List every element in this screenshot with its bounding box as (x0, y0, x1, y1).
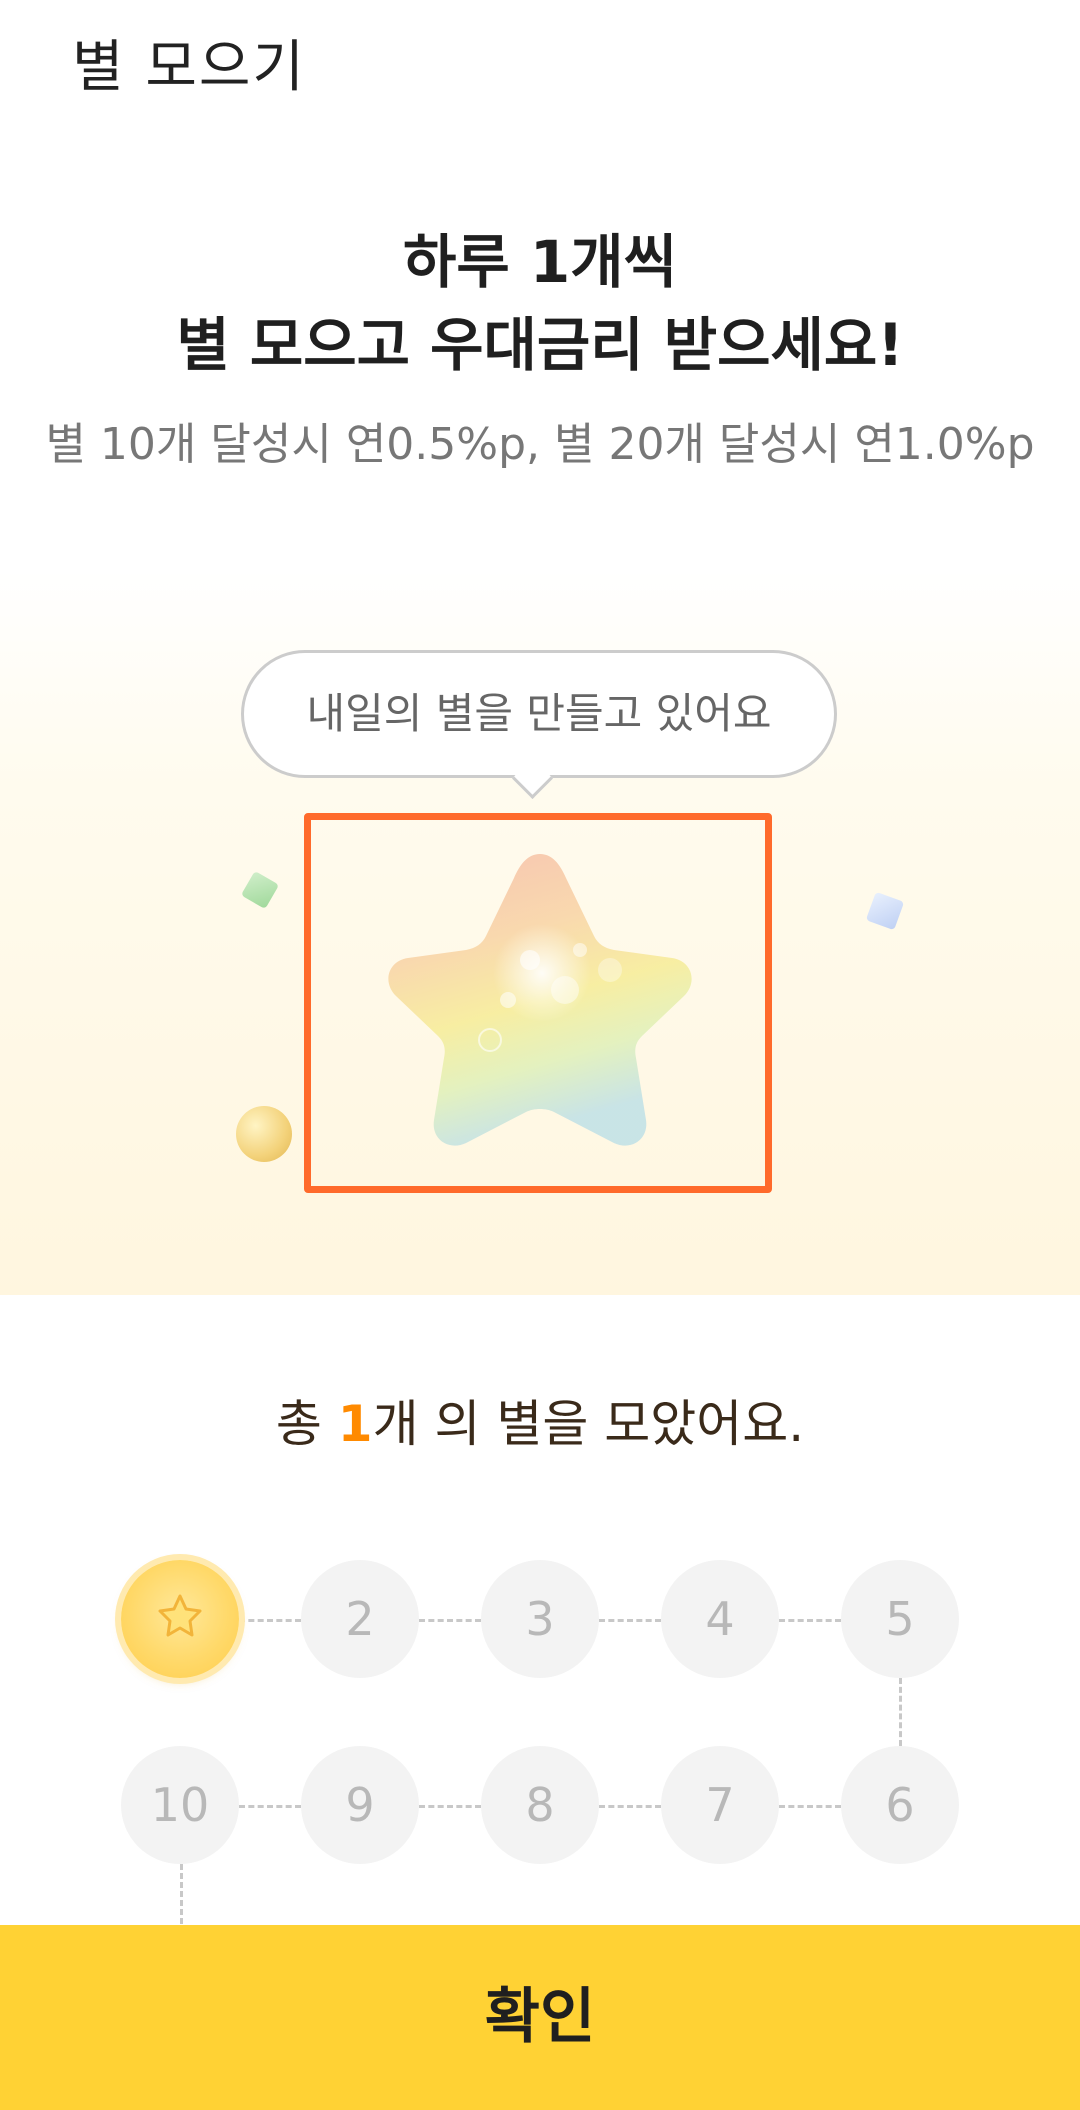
star-icon (158, 1594, 202, 1637)
promo-headline-line1: 하루 1개씩 (403, 228, 677, 296)
page-title: 별 모으기 (72, 35, 306, 100)
collection-summary: 총 1개 의 별을 모았어요. (0, 1384, 1080, 1456)
tracker-slot-2: 2 (301, 1560, 419, 1678)
star-tracker: 2 3 4 5 10 9 8 7 6 (0, 1500, 1080, 1924)
tracker-slot-5: 5 (841, 1560, 959, 1678)
confirm-button[interactable]: 확인 (0, 1925, 1080, 2110)
tracker-connector (779, 1805, 841, 1808)
tracker-connector (239, 1619, 301, 1622)
tracker-connector (899, 1678, 902, 1746)
tracker-slot-8: 8 (481, 1746, 599, 1864)
speech-bubble: 내일의 별을 만들고 있어요 (241, 650, 837, 778)
tracker-connector (599, 1805, 661, 1808)
star-highlight-frame (304, 813, 772, 1193)
tracker-slot-1 (121, 1560, 239, 1678)
summary-suffix: 개 의 별을 모았어요. (372, 1395, 805, 1453)
promo-subtext: 별 10개 달성시 연0.5%p, 별 20개 달성시 연1.0%p (45, 419, 1035, 470)
tracker-connector (779, 1619, 841, 1622)
tracker-connector (419, 1805, 481, 1808)
decorative-gold-orb-icon (236, 1106, 292, 1162)
promo-headline-line2: 별 모으고 우대금리 받으세요! (176, 311, 904, 379)
tracker-connector (419, 1619, 481, 1622)
tracker-connector (180, 1864, 183, 1924)
tracker-slot-6: 6 (841, 1746, 959, 1864)
tracker-slot-10: 10 (121, 1746, 239, 1864)
tracker-slot-7: 7 (661, 1746, 779, 1864)
tracker-slot-3: 3 (481, 1560, 599, 1678)
tracker-connector (599, 1619, 661, 1622)
tracker-slot-4: 4 (661, 1560, 779, 1678)
summary-prefix: 총 (275, 1395, 338, 1453)
star-count: 1 (337, 1395, 373, 1453)
tracker-slot-9: 9 (301, 1746, 419, 1864)
tracker-connector (239, 1805, 301, 1808)
